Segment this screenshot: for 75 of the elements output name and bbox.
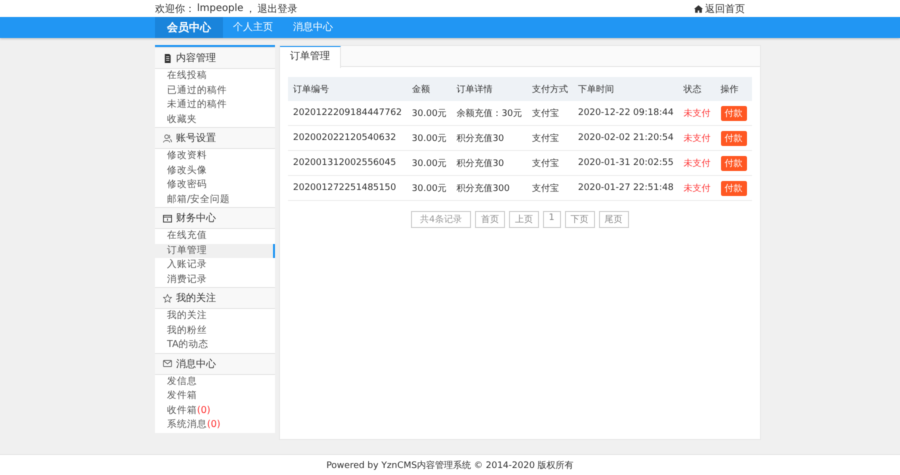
sidebar-item[interactable]: 在线投稿 [155,69,275,84]
column-header: 状态 [678,77,716,101]
sidebar-group-title: 财务中心 [176,212,216,225]
table-cell: 支付宝 [527,126,574,150]
sidebar-item[interactable]: 修改资料 [155,149,275,164]
status-text: 未支付 [678,126,716,150]
star-icon [163,294,172,302]
sidebar-group-title: 我的关注 [176,292,216,305]
table-cell: 202002022120540632 [288,126,407,150]
separator-text: ， [245,2,256,16]
column-header: 订单详情 [452,77,528,101]
footer-text: Powered by YznCMS内容管理系统 © 2014-2020 版权所有 [326,460,574,472]
home-link[interactable]: 返回首页 [705,2,745,16]
sidebar-group-title: 账号设置 [176,132,216,145]
sidebar-item[interactable]: 未通过的稿件 [155,98,275,112]
table-cell: 积分充值30 [452,150,528,176]
sidebar-item[interactable]: 邮箱/安全问题 [155,192,275,207]
column-header: 操作 [716,77,752,101]
sidebar-item[interactable]: 发件箱 [155,389,275,404]
wallet-icon [163,214,172,222]
table-cell: 30.00元 [406,176,452,200]
sidebar-item[interactable]: 发信息 [155,374,275,389]
column-header: 金额 [406,77,452,101]
sidebar-item[interactable]: 已通过的稿件 [155,84,275,98]
sidebar-item[interactable]: 修改头像 [155,164,275,178]
sidebar-item[interactable]: TA的动态 [155,338,275,352]
sidebar-item[interactable]: 收藏夹 [155,112,275,127]
column-header: 支付方式 [527,77,574,101]
column-header: 下单时间 [573,77,679,101]
username-text: lmpeople [197,3,244,14]
table-cell: 支付宝 [527,176,574,200]
table-cell: 2020-01-31 20:02:55 [573,150,679,176]
order-management-tab[interactable]: 订单管理 [280,46,341,68]
column-header: 订单编号 [288,77,407,101]
table-cell: 202001272251485150 [288,176,407,200]
sidebar-item[interactable]: 在线充值 [155,229,275,244]
people-icon [163,134,172,142]
table-cell: 30.00元 [406,150,452,176]
pagination-button[interactable]: 尾页 [598,211,629,228]
document-icon [163,54,172,62]
status-text: 未支付 [678,176,716,200]
nav-tab[interactable]: 会员中心 [155,17,223,38]
sidebar-item[interactable]: 系统消息(0) [155,418,275,432]
pagination-button[interactable]: 下页 [564,211,595,228]
table-cell: 30.00元 [406,101,452,126]
table-cell: 2020-01-27 22:51:48 [573,176,679,200]
pagination-button[interactable]: 首页 [474,211,505,228]
sidebar-item[interactable]: 我的粉丝 [155,324,275,338]
table-cell: 积分充值300 [452,176,528,200]
sidebar-item[interactable]: 修改密码 [155,178,275,192]
status-text: 未支付 [678,101,716,126]
logout-link[interactable]: 退出登录 [257,2,298,16]
table-cell: 30.00元 [406,126,452,150]
sidebar-item[interactable]: 消费记录 [155,272,275,287]
sidebar-item[interactable]: 订单管理 [155,244,275,258]
status-text: 未支付 [678,150,716,176]
table-cell: 2020-12-22 09:18:44 [573,101,679,126]
welcome-text: 欢迎你： [155,2,195,16]
table-cell: 支付宝 [527,101,574,126]
sidebar-item[interactable]: 我的关注 [155,309,275,324]
table-cell: 积分充值30 [452,126,528,150]
record-count: 共4条记录 [411,211,471,228]
home-icon [694,4,703,12]
table-cell: 支付宝 [527,150,574,176]
pagination-button[interactable]: 上页 [508,211,539,228]
sidebar-group-title: 内容管理 [176,52,216,65]
sidebar-group-title: 消息中心 [176,358,216,370]
table-cell: 2020-02-02 21:20:54 [573,126,679,150]
sidebar-item[interactable]: 收件箱(0) [155,404,275,418]
envelope-icon [163,359,172,368]
table-cell: 余额充值：30元 [452,101,528,126]
table-cell: 2020122209184447762 [288,101,407,126]
table-cell: 202001312002556045 [288,150,407,176]
sidebar-item[interactable]: 入账记录 [155,258,275,272]
pagination-button[interactable]: 1 [542,211,561,228]
